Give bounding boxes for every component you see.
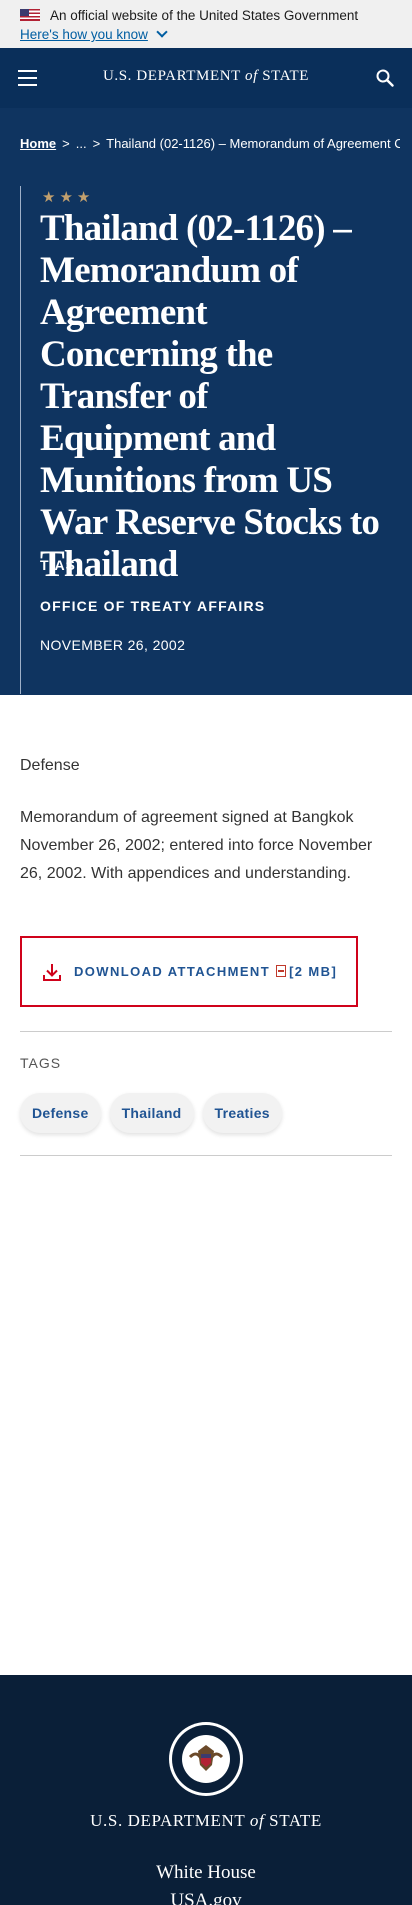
breadcrumb-current: Thailand (02-1126) – Memorandum of Agree… [106, 136, 400, 151]
tag-thailand[interactable]: Thailand [109, 1093, 194, 1133]
us-flag-icon [20, 9, 40, 21]
pdf-icon [276, 965, 287, 977]
download-icon [43, 964, 61, 981]
footer-brand-of: of [249, 1811, 265, 1830]
collection-label: TIAS [40, 557, 76, 573]
site-logo[interactable]: U.S. DEPARTMENT of STATE [0, 68, 412, 85]
page-title: Thailand (02-1126) – Memorandum of Agree… [40, 208, 380, 585]
divider [20, 1155, 392, 1156]
footer-link-usa-gov[interactable]: USA.gov [0, 1887, 412, 1905]
brand-post: STATE [257, 68, 310, 84]
download-size: [2 MB] [289, 964, 338, 979]
summary-text: Memorandum of agreement signed at Bangko… [20, 809, 373, 882]
brand-of: of [245, 68, 258, 84]
gov-banner: An official website of the United States… [0, 0, 412, 48]
chevron-down-icon[interactable] [156, 26, 168, 38]
hero: Home >... > Thailand (02-1126) – Memorandum… [0, 108, 412, 695]
category-text: Defense [20, 757, 80, 774]
site-header: U.S. DEPARTMENT of STATE [0, 48, 412, 108]
tag-defense[interactable]: Defense [20, 1093, 101, 1133]
office-label: OFFICE OF TREATY AFFAIRS [40, 598, 266, 614]
breadcrumb-home-link[interactable]: Home [20, 136, 56, 151]
breadcrumb-separator: > [92, 136, 101, 151]
heres-how-you-know-link[interactable]: Here's how you know [20, 27, 148, 42]
footer-links: White House USA.gov [0, 1859, 412, 1905]
breadcrumb-ellipsis[interactable]: ... [76, 136, 87, 151]
stars-icon: ★★★ [42, 189, 95, 206]
footer-brand-pre: U.S. DEPARTMENT [90, 1811, 250, 1830]
breadcrumb: Home >... > Thailand (02-1126) – Memorandum… [20, 136, 400, 151]
footer-link-white-house[interactable]: White House [0, 1859, 412, 1887]
site-footer: U.S. DEPARTMENT of STATE White House USA… [0, 1675, 412, 1905]
tag-treaties[interactable]: Treaties [202, 1093, 282, 1133]
department-seal-icon[interactable] [168, 1721, 244, 1797]
search-icon[interactable] [376, 69, 394, 87]
tags-list: Defense Thailand Treaties [20, 1093, 282, 1133]
footer-logo[interactable]: U.S. DEPARTMENT of STATE [0, 1811, 412, 1831]
gov-banner-text: An official website of the United States… [50, 8, 359, 23]
download-attachment-button[interactable]: DOWNLOAD ATTACHMENT [2 MB] [20, 936, 358, 1007]
download-label-text: DOWNLOAD ATTACHMENT [74, 964, 271, 979]
tags-heading: TAGS [20, 1055, 62, 1071]
hero-divider [20, 186, 21, 694]
download-label: DOWNLOAD ATTACHMENT [2 MB] [74, 964, 337, 979]
breadcrumb-separator: > [62, 136, 70, 151]
footer-brand-post: STATE [264, 1811, 322, 1830]
brand-pre: U.S. DEPARTMENT [102, 68, 246, 84]
divider [20, 1031, 392, 1032]
publish-date: NOVEMBER 26, 2002 [40, 637, 186, 653]
